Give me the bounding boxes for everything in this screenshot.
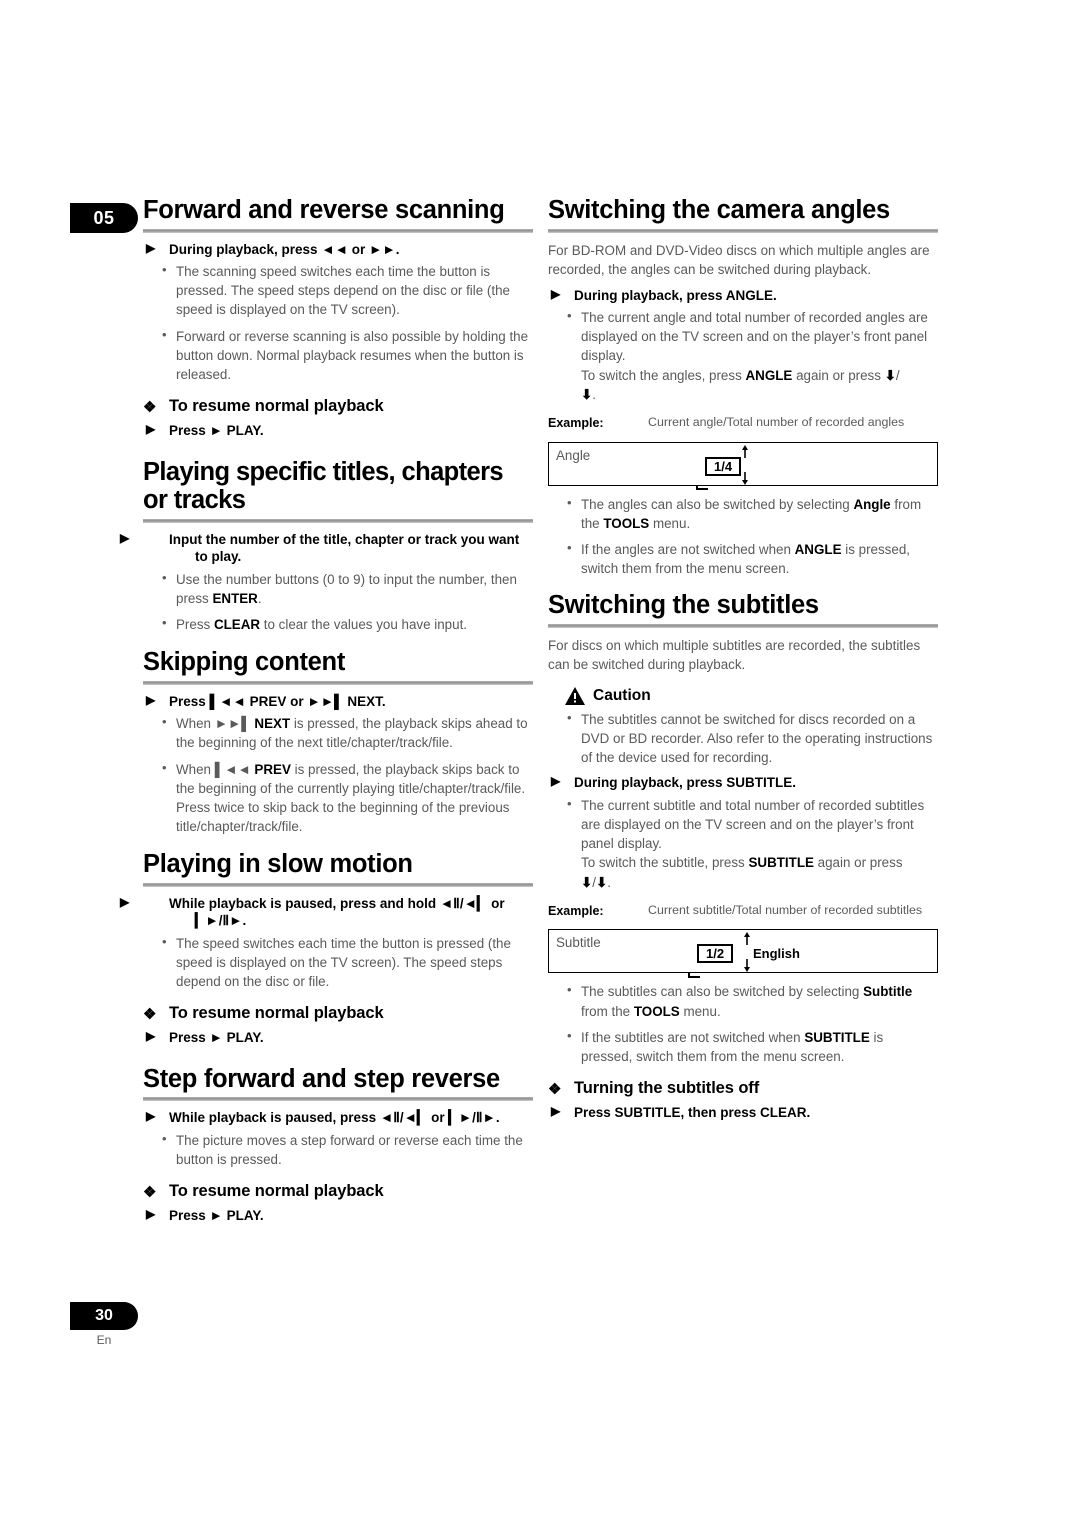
list-item: When ▌◄◄ PREV is pressed, the playback s…	[155, 759, 533, 837]
step-input-number: ▶ Input the number of the title, chapter…	[120, 530, 520, 565]
bullet-list-subtitles-after: The subtitles can also be switched by se…	[560, 981, 938, 1066]
list-item: The current angle and total number of re…	[560, 307, 938, 404]
angle-box-label: Angle	[556, 447, 591, 463]
heading-rule	[143, 1097, 533, 1102]
subtitle-box-label: Subtitle	[556, 935, 601, 951]
subtitle-value-chip: 1/2	[697, 944, 734, 964]
list-item: If the angles are not switched when ANGL…	[560, 539, 938, 578]
caution-heading: Caution	[564, 686, 938, 706]
angle-value-chip: 1/4	[705, 456, 742, 476]
language-code: En	[96, 1333, 112, 1347]
list-item: If the subtitles are not switched when S…	[560, 1027, 938, 1066]
intro-subtitles: For discs on which multiple subtitles ar…	[548, 637, 921, 672]
step-step-forward-reverse: ▶ While playback is paused, press ◄Ⅱ/◄▎ …	[146, 1109, 500, 1126]
list-item: The scanning speed switches each time th…	[155, 261, 533, 319]
bullet-list-skipping-content: When ►►▌ NEXT is pressed, the playback s…	[155, 713, 533, 837]
heading-skipping-content: Skipping content	[143, 648, 346, 677]
example-angle-diagram: Example: Current angle/Total number of r…	[548, 415, 938, 490]
diamond-icon: ❖	[548, 1081, 562, 1099]
list-item: The subtitles can also be switched by se…	[560, 981, 938, 1020]
list-item: Use the number buttons (0 to 9) to input…	[155, 569, 533, 608]
subheading-turning-subtitles-off: ❖ Turning the subtitles off	[548, 1079, 760, 1099]
up-down-arrow-icon	[744, 932, 750, 973]
heading-rule	[548, 228, 938, 233]
bullet-list-slow-motion: The speed switches each time the button …	[155, 933, 533, 991]
step-press-subtitle: ▶ During playback, press SUBTITLE.	[551, 774, 797, 791]
bullet-list-camera-angles-after: The angles can also be switched by selec…	[560, 494, 938, 579]
arrow-bullet-icon: ▶	[551, 1104, 561, 1119]
angle-display-box: Angle 1/4	[548, 441, 938, 486]
bullet-list-forward-reverse: The scanning speed switches each time th…	[155, 261, 533, 384]
arrow-bullet-icon: ▶	[146, 692, 156, 707]
list-item: Forward or reverse scanning is also poss…	[155, 326, 533, 384]
heading-rule	[143, 228, 533, 233]
heading-rule	[143, 518, 533, 523]
heading-rule	[548, 623, 938, 628]
diamond-icon: ❖	[143, 1006, 157, 1024]
step-press-angle: ▶ During playback, press ANGLE.	[551, 286, 777, 303]
arrow-bullet-icon: ▶	[146, 1029, 156, 1044]
page-number-badge: 30	[70, 1302, 138, 1330]
page-footer: 30 En	[70, 1302, 138, 1347]
list-item: The angles can also be switched by selec…	[560, 494, 938, 533]
list-item: When ►►▌ NEXT is pressed, the playback s…	[155, 713, 533, 752]
list-item: The speed switches each time the button …	[155, 933, 533, 991]
bullet-list-camera-angles: The current angle and total number of re…	[560, 307, 938, 404]
intro-camera-angles: For BD-ROM and DVD-Video discs on which …	[548, 242, 930, 277]
arrow-bullet-icon: ▶	[551, 286, 561, 301]
heading-switching-camera-angles: Switching the camera angles	[548, 196, 890, 224]
warning-triangle-icon	[565, 686, 585, 705]
arrow-bullet-icon: ▶	[551, 774, 561, 789]
heading-switching-subtitles: Switching the subtitles	[548, 591, 819, 620]
step-press-prev-next: ▶ Press ▌◄◄ PREV or ►►▌ NEXT.	[146, 692, 386, 709]
subheading-resume-normal-playback-3: ❖ To resume normal playback	[143, 1182, 384, 1202]
bullet-list-caution: The subtitles cannot be switched for dis…	[560, 709, 938, 767]
list-item: The current subtitle and total number of…	[560, 795, 938, 892]
heading-forward-reverse-scanning: Forward and reverse scanning	[143, 196, 505, 224]
step-press-play-1: ▶ Press ► PLAY.	[146, 422, 264, 439]
arrow-bullet-icon: ▶	[146, 1207, 156, 1222]
list-item: Press CLEAR to clear the values you have…	[155, 614, 533, 634]
chapter-badge: 05	[70, 203, 138, 233]
example-subtitle-diagram: Example: Current subtitle/Total number o…	[548, 903, 938, 978]
subheading-resume-normal-playback-2: ❖ To resume normal playback	[143, 1004, 384, 1024]
step-slow-motion: ▶ While playback is paused, press and ho…	[120, 894, 505, 929]
heading-rule	[143, 680, 533, 685]
subtitle-display-box: Subtitle 1/2 English	[548, 929, 938, 974]
list-item: The subtitles cannot be switched for dis…	[560, 709, 938, 767]
left-column: Forward and reverse scanning ▶ During pl…	[120, 196, 533, 1226]
caution-block: Caution	[548, 686, 938, 706]
arrow-bullet-icon: ▶	[146, 240, 156, 255]
step-forward-reverse: ▶ During playback, press ◄◄ or ►►.	[146, 240, 400, 257]
subtitle-language-text: English	[753, 946, 800, 962]
step-press-play-2: ▶ Press ► PLAY.	[146, 1029, 264, 1046]
step-turn-subtitles-off: ▶ Press SUBTITLE, then press CLEAR.	[551, 1104, 811, 1121]
bullet-list-step-forward-reverse: The picture moves a step forward or reve…	[155, 1130, 533, 1169]
manual-page: 05 Forward and reverse scanning ▶ During…	[0, 0, 1080, 1527]
arrow-bullet-icon: ▶	[146, 1109, 156, 1124]
caution-label: Caution	[593, 686, 651, 704]
step-press-play-3: ▶ Press ► PLAY.	[146, 1207, 264, 1224]
heading-step-forward-reverse: Step forward and step reverse	[143, 1064, 500, 1093]
diamond-icon: ❖	[143, 399, 157, 417]
arrow-bullet-icon: ▶	[146, 422, 156, 437]
bullet-list-subtitles: The current subtitle and total number of…	[560, 795, 938, 892]
list-item: The picture moves a step forward or reve…	[155, 1130, 533, 1169]
right-column: Switching the camera angles For BD-ROM a…	[548, 196, 938, 1123]
bullet-list-playing-specific-titles: Use the number buttons (0 to 9) to input…	[155, 569, 533, 634]
heading-playing-slow-motion: Playing in slow motion	[143, 850, 413, 879]
diamond-icon: ❖	[143, 1184, 157, 1202]
heading-playing-specific-titles: Playing specific titles, chapters or tra…	[143, 457, 504, 515]
heading-rule	[143, 882, 533, 887]
subheading-resume-normal-playback-1: ❖ To resume normal playback	[143, 397, 384, 417]
